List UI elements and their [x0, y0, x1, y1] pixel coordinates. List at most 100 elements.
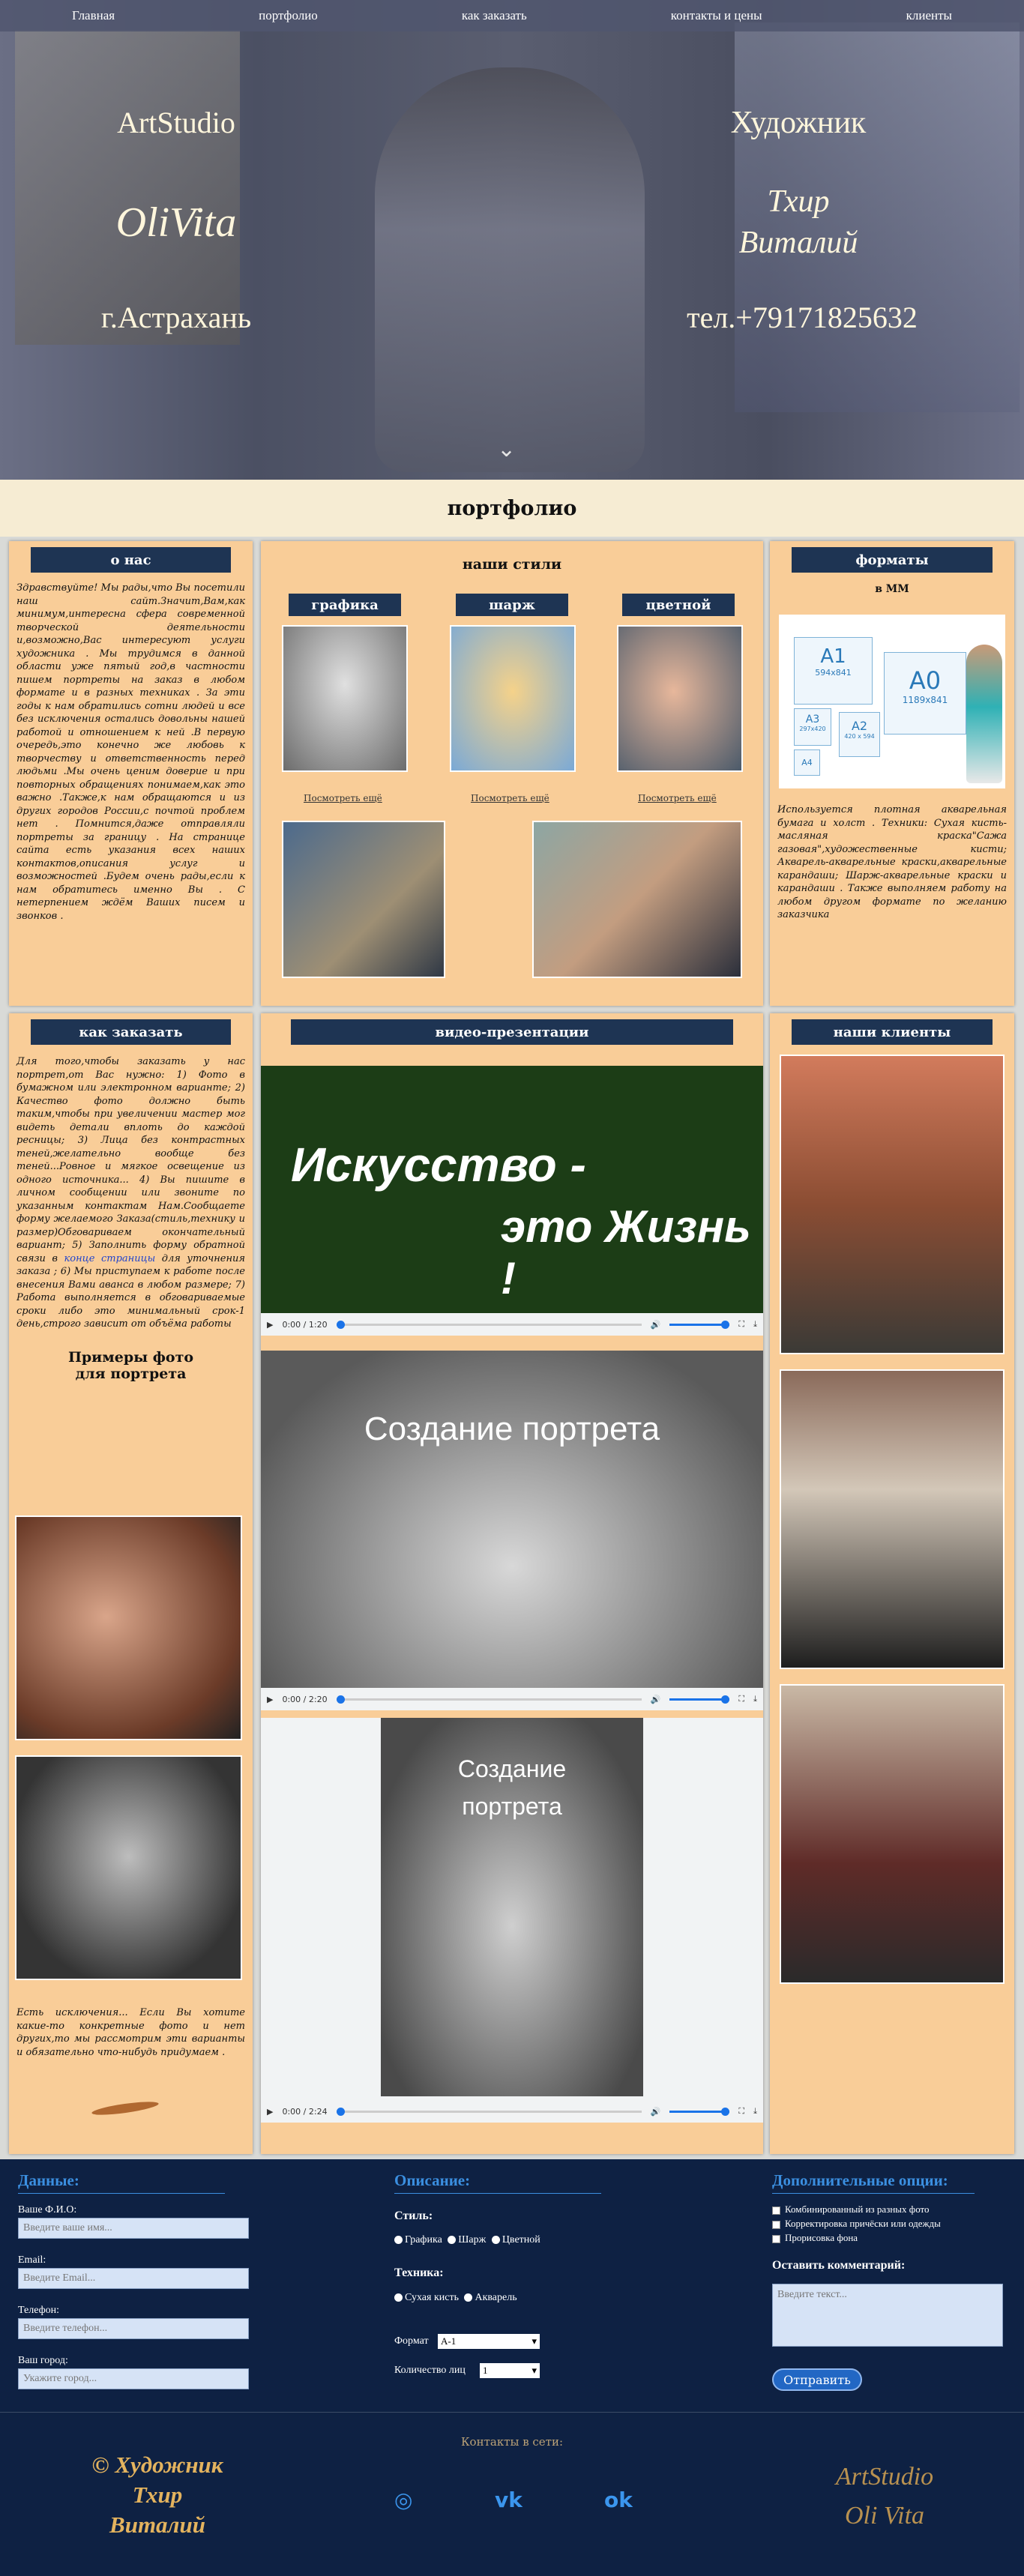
comment-textarea[interactable]: Введите текст... [772, 2284, 1003, 2347]
phone-input[interactable]: Введите телефон... [18, 2318, 249, 2339]
cartoon-sample-image[interactable] [450, 625, 576, 772]
hero-role: Художник [730, 106, 867, 140]
nav-clients[interactable]: клиенты [906, 8, 952, 23]
persons-label: Количество лиц [394, 2365, 466, 2376]
videos-title: видео-презентации [291, 1019, 733, 1045]
format-select[interactable]: А-1 ▾ [438, 2334, 540, 2349]
video-2[interactable]: Создание портрета ▶ 0:00 / 2:20 🔊 ⛶ ⤓ [261, 1351, 763, 1710]
about-title: о нас [31, 547, 231, 573]
video-1-time: 0:00 / 1:20 [282, 1319, 328, 1330]
odnoklassniki-icon[interactable]: ok [604, 2488, 633, 2512]
style-graphics-button[interactable]: графика [289, 594, 401, 616]
format-a0-label: A0 [909, 666, 942, 695]
style-label: Стиль: [394, 2209, 433, 2222]
fullscreen-icon[interactable]: ⛶ [738, 1319, 744, 1330]
volume-icon[interactable]: 🔊 [651, 1320, 661, 1330]
form-anchor-link[interactable]: конце страницы [64, 1253, 156, 1264]
send-button[interactable]: Отправить [772, 2368, 862, 2391]
video-3-progress[interactable] [336, 2107, 642, 2116]
style-color-button[interactable]: цветной [622, 594, 735, 616]
client-photo-1[interactable] [780, 1055, 1005, 1354]
top-nav: Главная портфолио как заказать контакты … [0, 0, 1024, 31]
client-photo-3[interactable] [780, 1684, 1005, 1984]
color-sample-image[interactable] [617, 625, 743, 772]
about-text: Здравствуйте! Мы рады,что Вы посетили на… [16, 582, 245, 922]
vk-icon[interactable]: vk [495, 2488, 522, 2512]
fio-label: Ваше Ф.И.О: [18, 2204, 77, 2215]
video-1[interactable]: Искусство - это Жизнь ! ▶ 0:00 / 1:20 🔊 … [261, 1066, 763, 1336]
nav-contacts[interactable]: контакты и цены [671, 8, 762, 23]
format-a1-label: A1 [820, 645, 846, 668]
radio-watercolor[interactable] [464, 2293, 473, 2302]
footer-contacts-label: Контакты в сети: [460, 2435, 564, 2449]
style-cartoon-button[interactable]: шарж [456, 594, 568, 616]
extra-options: Комбинированный из разных фото Корректир… [772, 2202, 941, 2245]
format-a3-size: 297x420 [799, 726, 826, 732]
form-extra-title: Дополнительные опции: [772, 2171, 975, 2194]
style-radio-group: Графика Шарж Цветной [394, 2234, 540, 2246]
extra-option-correction[interactable]: Корректировка причёски или одежды [772, 2216, 941, 2230]
volume-icon[interactable]: 🔊 [651, 2107, 661, 2117]
email-input[interactable]: Введите Email... [18, 2268, 249, 2289]
scroll-down-icon[interactable]: ⌄ [497, 436, 516, 462]
howto-panel: как заказать Для того,чтобы заказать у н… [9, 1013, 253, 2154]
radio-cartoon[interactable] [448, 2236, 457, 2245]
graphics-more-link[interactable]: Посмотреть ещё [304, 793, 382, 803]
hero-brand: OliVita [115, 199, 237, 246]
format-a2-size: 420 x 594 [844, 733, 875, 740]
formats-panel: форматы в ММ A1 594x841 A0 1189x841 A2 4… [770, 541, 1014, 1006]
hero-painting-left [15, 30, 240, 345]
download-icon[interactable]: ⤓ [753, 1319, 757, 1330]
video-3[interactable]: Создание портрета ▶ 0:00 / 2:24 🔊 ⛶ ⤓ [261, 1718, 763, 2123]
clients-title: наши клиенты [792, 1019, 993, 1045]
video-2-progress[interactable] [336, 1695, 642, 1704]
play-icon[interactable]: ▶ [267, 1695, 273, 1704]
order-form: Данные: Ваше Ф.И.О: Введите ваше имя... … [0, 2159, 1024, 2412]
fullscreen-icon[interactable]: ⛶ [738, 1694, 744, 1704]
instagram-icon[interactable]: ◎ [394, 2488, 412, 2512]
video-1-progress[interactable] [336, 1320, 642, 1329]
cartoon-more-link[interactable]: Посмотреть ещё [471, 793, 549, 803]
nav-portfolio[interactable]: портфолио [259, 8, 318, 23]
video-3-title-2: портрета [462, 1793, 562, 1820]
download-icon[interactable]: ⤓ [753, 2106, 757, 2117]
color-more-link[interactable]: Посмотреть ещё [638, 793, 717, 803]
video-1-line-1: Искусство - [291, 1138, 586, 1192]
radio-graphics[interactable] [394, 2236, 403, 2245]
signature-mark [91, 2099, 160, 2118]
video-2-time: 0:00 / 2:20 [282, 1694, 328, 1704]
play-icon[interactable]: ▶ [267, 2107, 273, 2117]
radio-dry-brush[interactable] [394, 2293, 403, 2302]
city-input[interactable]: Укажите город... [18, 2368, 249, 2389]
footer-signature: © Художник Тхир Виталий [91, 2452, 223, 2538]
extra-option-background[interactable]: Прорисовка фона [772, 2230, 941, 2245]
nav-home[interactable]: Главная [72, 8, 115, 23]
video-1-line-2: это Жизнь ! [501, 1201, 751, 1303]
chevron-down-icon: ▾ [531, 2335, 537, 2347]
fullscreen-icon[interactable]: ⛶ [738, 2106, 744, 2117]
graphics-sample-image[interactable] [282, 625, 408, 772]
volume-slider[interactable] [669, 1320, 730, 1329]
email-label: Email: [18, 2254, 46, 2266]
format-a0-size: 1189x841 [902, 695, 948, 705]
examples-title-1: Примеры фото [67, 1348, 194, 1366]
city-label: Ваш город: [18, 2355, 68, 2366]
exceptions-text: Есть исключения... Если Вы хотите какие-… [16, 2007, 245, 2058]
video-1-controls: ▶ 0:00 / 1:20 🔊 ⛶ ⤓ [261, 1313, 763, 1336]
nav-how-to-order[interactable]: как заказать [462, 8, 527, 23]
volume-icon[interactable]: 🔊 [651, 1695, 661, 1704]
volume-slider[interactable] [669, 1695, 730, 1704]
play-icon[interactable]: ▶ [267, 1320, 273, 1330]
radio-color[interactable] [491, 2236, 500, 2245]
comment-label: Оставить комментарий: [772, 2259, 906, 2272]
extra-option-combined[interactable]: Комбинированный из разных фото [772, 2202, 941, 2216]
volume-slider[interactable] [669, 2107, 730, 2116]
client-photo-2[interactable] [780, 1369, 1005, 1669]
example-photo-man [15, 1755, 242, 1980]
fio-input[interactable]: Введите ваше имя... [18, 2218, 249, 2239]
form-desc-title: Описание: [394, 2171, 601, 2194]
persons-select[interactable]: 1 ▾ [480, 2363, 540, 2378]
howto-title: как заказать [31, 1019, 231, 1045]
styles-panel: наши стили графика шарж цветной Посмотре… [261, 541, 763, 1006]
download-icon[interactable]: ⤓ [753, 1694, 757, 1704]
